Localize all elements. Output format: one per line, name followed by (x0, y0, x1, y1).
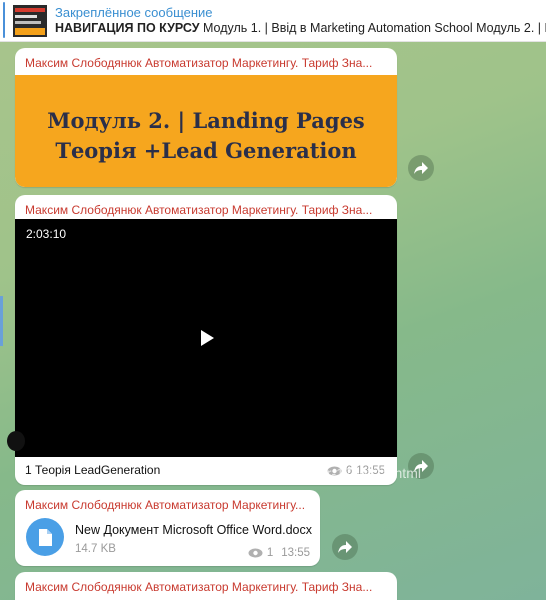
video-player[interactable]: 2:03:10 (15, 219, 397, 457)
forward-icon (414, 460, 428, 472)
pinned-nav-label: НАВИГАЦИЯ ПО КУРСУ (55, 21, 200, 35)
document-icon (39, 528, 52, 546)
eye-icon (248, 548, 263, 558)
banner-line-2: Теорія +Lead Generation (55, 138, 357, 163)
message-partial[interactable]: Максим Слободянюк Автоматизатор Маркетин… (15, 572, 397, 600)
eye-icon (327, 466, 342, 476)
sender-name[interactable]: Максим Слободянюк Автоматизатор Маркетин… (25, 580, 385, 594)
sender-name[interactable]: Максим Слободянюк Автоматизатор Маркетин… (25, 203, 385, 217)
message-document[interactable]: Максим Слободянюк Автоматизатор Маркетин… (15, 490, 320, 566)
user-avatar[interactable] (7, 431, 25, 451)
pinned-body: Модуль 1. | Ввід в Marketing Automation … (203, 21, 546, 35)
forward-button[interactable] (332, 534, 358, 560)
pinned-thumbnail (13, 5, 47, 37)
views-count: 6 (345, 465, 353, 477)
pinned-indicator (3, 2, 5, 38)
left-edge-tab[interactable] (0, 296, 3, 346)
forward-icon (414, 162, 428, 174)
sender-name[interactable]: Максим Слободянюк Автоматизатор Маркетин… (25, 56, 385, 70)
message-time: 13:55 (356, 465, 385, 477)
message-meta: 1 13:55 (248, 547, 310, 559)
video-duration: 2:03:10 (26, 227, 67, 241)
video-caption: 1 Теорія LeadGeneration (25, 463, 161, 477)
banner-line-1: Модуль 2. | Landing Pages (47, 108, 365, 133)
forward-button[interactable] (408, 155, 434, 181)
views-count: 1 (266, 547, 274, 559)
message-meta: 6 13:55 (327, 465, 385, 477)
file-name[interactable]: New Документ Microsoft Office Word.docx (75, 523, 312, 537)
file-download-button[interactable] (26, 518, 64, 556)
pinned-message-bar[interactable]: Закреплённое сообщение НАВИГАЦИЯ ПО КУРС… (0, 0, 546, 42)
message-banner[interactable]: Максим Слободянюк Автоматизатор Маркетин… (15, 48, 397, 187)
pinned-title: Закреплённое сообщение (55, 5, 213, 20)
play-icon[interactable] (199, 329, 215, 347)
module-banner-image[interactable]: Модуль 2. | Landing Pages Теорія +Lead G… (15, 75, 397, 187)
message-video[interactable]: Максим Слободянюк Автоматизатор Маркетин… (15, 195, 397, 485)
file-size: 14.7 KB (75, 543, 116, 555)
forward-button[interactable] (408, 453, 434, 479)
message-time: 13:55 (281, 547, 310, 559)
forward-icon (338, 541, 352, 553)
pinned-text: НАВИГАЦИЯ ПО КУРСУ Модуль 1. | Ввід в Ma… (55, 21, 546, 35)
sender-name[interactable]: Максим Слободянюк Автоматизатор Маркетин… (25, 498, 315, 512)
